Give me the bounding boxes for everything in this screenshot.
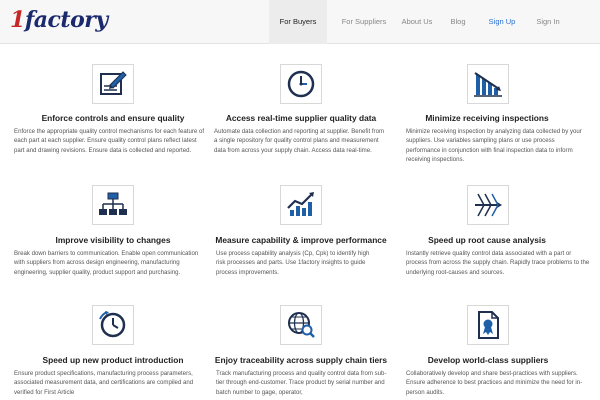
brand-logo[interactable]: 1factory: [10, 7, 108, 33]
nav-for-buyers[interactable]: For Buyers: [269, 0, 327, 44]
feature-title: Measure capability & improve performance: [215, 235, 387, 245]
feature-title: Minimize receiving inspections: [425, 113, 549, 123]
feature-description: Ensure product specifications, manufactu…: [14, 370, 194, 396]
certificate-icon: [467, 305, 509, 345]
logo-number: 1: [10, 7, 25, 33]
top-navbar: 1factory For Buyers For Suppliers About …: [0, 0, 600, 44]
nav-sign-in[interactable]: Sign In: [528, 0, 568, 44]
feature-title: Speed up root cause analysis: [428, 235, 546, 245]
trend-chart-icon: [280, 185, 322, 225]
feature-title: Enforce controls and ensure quality: [41, 113, 185, 123]
feature-title: Enjoy traceability across supply chain t…: [214, 355, 388, 365]
feature-description: Collaboratively develop and share best-p…: [406, 370, 583, 396]
globe-search-icon: [280, 305, 322, 345]
feature-title: Access real-time supplier quality data: [225, 113, 377, 123]
signature-document-icon: [92, 64, 134, 104]
nav-about-us[interactable]: About Us: [395, 0, 439, 44]
speed-clock-icon: [92, 305, 134, 345]
clock-icon: [280, 64, 322, 104]
features-grid: Enforce controls and ensure quality Enfo…: [0, 44, 600, 400]
declining-bar-chart-icon: [467, 64, 509, 104]
nav-sign-up[interactable]: Sign Up: [482, 0, 522, 44]
fishbone-icon: [467, 185, 509, 225]
org-chart-icon: [92, 185, 134, 225]
feature-description: Break down barriers to communication. En…: [14, 250, 199, 276]
feature-description: Use process capability analysis (Cp, Cpk…: [216, 250, 370, 276]
feature-description: Minimize receiving inspection by analyzi…: [406, 128, 582, 163]
feature-description: Enforce the appropriate quality control …: [14, 128, 205, 154]
feature-title: Improve visibility to changes: [55, 235, 171, 245]
feature-description: Instantly retrieve quality control data …: [406, 250, 590, 276]
feature-title: Develop world-class suppliers: [427, 355, 549, 365]
feature-description: Automate data collection and reporting a…: [214, 128, 385, 154]
nav-for-suppliers[interactable]: For Suppliers: [332, 0, 396, 44]
nav-blog[interactable]: Blog: [445, 0, 471, 44]
logo-text: factory: [24, 7, 108, 33]
feature-description: Track manufacturing process and quality …: [216, 370, 387, 396]
feature-title: Speed up new product introduction: [42, 355, 184, 365]
